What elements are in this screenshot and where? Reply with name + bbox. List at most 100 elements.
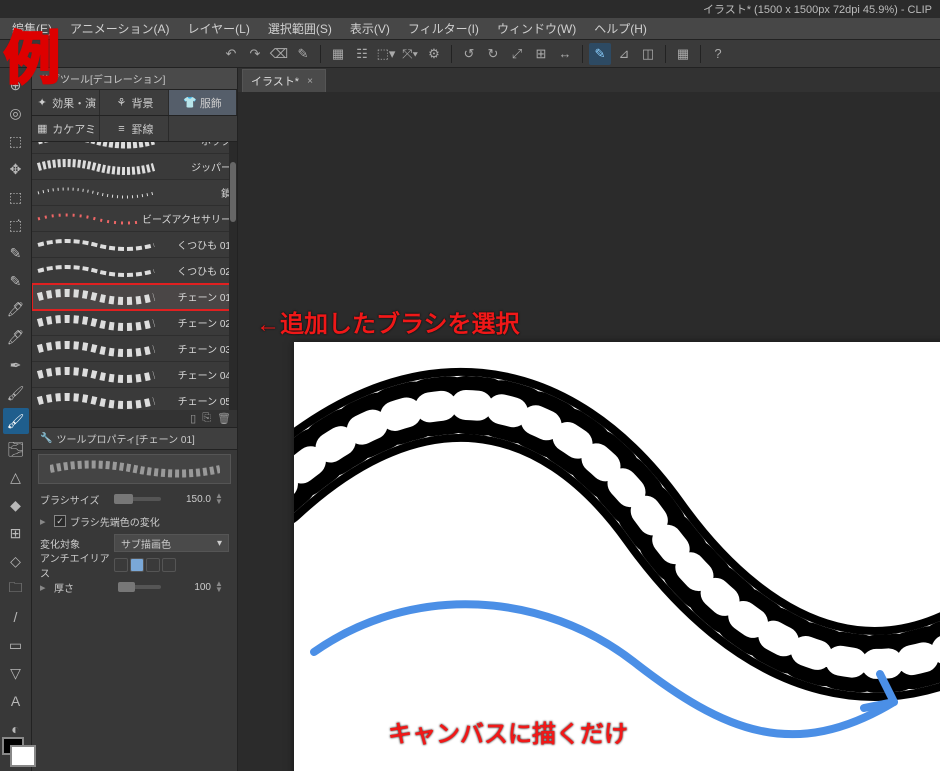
- brush-row-3[interactable]: ビーズアクセサリー: [32, 206, 237, 232]
- redo-button[interactable]: ↷: [244, 43, 266, 65]
- brush-list[interactable]: ホックジッパー鎖ビーズアクセサリーくつひも 01くつひも 02チェーン 01チェ…: [32, 142, 237, 410]
- ruler-tri-button[interactable]: ⊿: [613, 43, 635, 65]
- expand-icon[interactable]: ▸: [40, 515, 50, 528]
- tool-text[interactable]: A: [3, 688, 29, 714]
- select-button[interactable]: ⬚▾: [375, 43, 397, 65]
- menu-help[interactable]: ヘルプ(H): [586, 18, 655, 39]
- tool-brush[interactable]: 🖊: [3, 324, 29, 350]
- brush-preview-icon: [36, 209, 138, 229]
- undo-button[interactable]: ↶: [220, 43, 242, 65]
- tool-property-title: 🔧 ツールプロパティ[チェーン 01]: [32, 428, 237, 450]
- tool-line[interactable]: /: [3, 604, 29, 630]
- brush-row-9[interactable]: チェーン 04: [32, 362, 237, 388]
- tool-decoration1[interactable]: 🖌: [3, 380, 29, 406]
- tool-automask[interactable]: ⬚̇: [3, 212, 29, 238]
- brush-preview-icon: [36, 287, 156, 307]
- brush-row-6[interactable]: チェーン 01: [32, 284, 237, 310]
- target-dropdown[interactable]: サブ描画色 ▾: [114, 534, 229, 552]
- tool-rotate[interactable]: ◎: [3, 100, 29, 126]
- menu-view[interactable]: 表示(V): [342, 18, 398, 39]
- menu-animation[interactable]: アニメーション(A): [62, 18, 178, 39]
- ruler-frame-button[interactable]: ◫: [637, 43, 659, 65]
- stepper-icon[interactable]: ▲▼: [215, 493, 229, 505]
- settings-button[interactable]: ⚙: [423, 43, 445, 65]
- copybrush-icon[interactable]: ⎘: [202, 412, 211, 425]
- grid-button[interactable]: ▦: [327, 43, 349, 65]
- prop-brush-size[interactable]: ブラシサイズ 150.0 ▲▼: [32, 488, 237, 510]
- tool-gradient[interactable]: ⊞: [3, 520, 29, 546]
- menu-filter[interactable]: フィルター(I): [400, 18, 487, 39]
- ruler-pen-button[interactable]: ✎: [589, 43, 611, 65]
- clear-button[interactable]: ✎: [292, 43, 314, 65]
- stepper-icon[interactable]: ▲▼: [215, 581, 229, 593]
- subtool-tab[interactable]: サブツール[デコレーション]: [32, 68, 237, 90]
- menu-selection[interactable]: 選択範囲(S): [260, 18, 340, 39]
- tool-operation[interactable]: ✥: [3, 156, 29, 182]
- brush-size-slider[interactable]: [114, 497, 161, 501]
- brush-label: くつひも 01: [160, 237, 237, 252]
- cat-bg[interactable]: ⚘ 背景: [100, 90, 168, 115]
- prop-thickness[interactable]: ▸ 厚さ 100 ▲▼: [32, 576, 237, 598]
- menu-bar: 編集(E) アニメーション(A) レイヤー(L) 選択範囲(S) 表示(V) フ…: [0, 18, 940, 40]
- tool-pen[interactable]: ✎: [3, 268, 29, 294]
- grid2-button[interactable]: ▦: [672, 43, 694, 65]
- aa-strong[interactable]: [162, 558, 176, 572]
- newbrush-icon[interactable]: ▯: [190, 412, 196, 425]
- aa-none[interactable]: [114, 558, 128, 572]
- brush-row-2[interactable]: 鎖: [32, 180, 237, 206]
- aa-mid[interactable]: [146, 558, 160, 572]
- tool-blend[interactable]: 🌫: [3, 436, 29, 462]
- tool-airbrush[interactable]: ✒: [3, 352, 29, 378]
- help-button[interactable]: ?: [707, 43, 729, 65]
- fgbg-color-icon[interactable]: [2, 737, 24, 755]
- document-tab[interactable]: イラスト* ×: [242, 69, 326, 92]
- rotate-cw-button[interactable]: ↻: [482, 43, 504, 65]
- tool-ruler[interactable]: ▽: [3, 660, 29, 686]
- prop-antialias[interactable]: アンチエイリアス: [32, 554, 237, 576]
- thickness-slider[interactable]: [118, 585, 161, 589]
- prop-tip-change[interactable]: ▸ ✓ ブラシ先端色の変化: [32, 510, 237, 532]
- canvas-viewport[interactable]: ←追加したブラシを選択 キャンバスに描くだけ: [238, 92, 940, 771]
- tool-decoration[interactable]: 🖌: [3, 408, 29, 434]
- brush-row-4[interactable]: くつひも 01: [32, 232, 237, 258]
- canvas[interactable]: [294, 342, 940, 771]
- brush-label: チェーン 03: [160, 341, 237, 356]
- reset-button[interactable]: ⊞: [530, 43, 552, 65]
- tool-figure[interactable]: ◇: [3, 548, 29, 574]
- tool-pencil[interactable]: 🖊: [3, 296, 29, 322]
- brush-label: チェーン 04: [160, 367, 237, 382]
- tool-frame[interactable]: 🗀: [3, 576, 29, 602]
- layout-button[interactable]: ☷: [351, 43, 373, 65]
- tool-balloon[interactable]: ▭: [3, 632, 29, 658]
- color-swatch[interactable]: [2, 737, 24, 755]
- brush-row-0[interactable]: ホック: [32, 142, 237, 154]
- menu-layer[interactable]: レイヤー(L): [180, 18, 258, 39]
- brush-row-1[interactable]: ジッパー: [32, 154, 237, 180]
- tool-move[interactable]: ⬚: [3, 128, 29, 154]
- aa-weak[interactable]: [130, 558, 144, 572]
- cat-clothes[interactable]: 👕 服飾: [169, 90, 237, 115]
- deletebrush-icon[interactable]: 🗑: [217, 412, 231, 425]
- brush-row-5[interactable]: くつひも 02: [32, 258, 237, 284]
- brush-row-8[interactable]: チェーン 03: [32, 336, 237, 362]
- snap-button[interactable]: ⤧▾: [399, 43, 421, 65]
- cat-hatch[interactable]: ▦ カケアミ: [32, 116, 100, 141]
- tool-fill[interactable]: ◆: [3, 492, 29, 518]
- brush-label: ジッパー: [160, 159, 237, 174]
- brush-row-10[interactable]: チェーン 05: [32, 388, 237, 410]
- close-icon[interactable]: ×: [307, 76, 313, 87]
- fit-button[interactable]: ⤢: [506, 43, 528, 65]
- tip-color-checkbox[interactable]: ✓: [54, 515, 66, 527]
- tool-marquee[interactable]: ⬚: [3, 184, 29, 210]
- flip-button[interactable]: ↔: [554, 43, 576, 65]
- antialias-options[interactable]: [114, 558, 176, 572]
- expand-icon[interactable]: ▸: [40, 581, 50, 594]
- brush-row-7[interactable]: チェーン 02: [32, 310, 237, 336]
- tool-eyedrop[interactable]: ✎: [3, 240, 29, 266]
- scrollbar[interactable]: [229, 142, 237, 410]
- cat-lines[interactable]: ≡ 罫線: [100, 116, 168, 141]
- tool-eraser[interactable]: △: [3, 464, 29, 490]
- delete-button[interactable]: ⌫: [268, 43, 290, 65]
- rotate-ccw-button[interactable]: ↺: [458, 43, 480, 65]
- menu-window[interactable]: ウィンドウ(W): [489, 18, 584, 39]
